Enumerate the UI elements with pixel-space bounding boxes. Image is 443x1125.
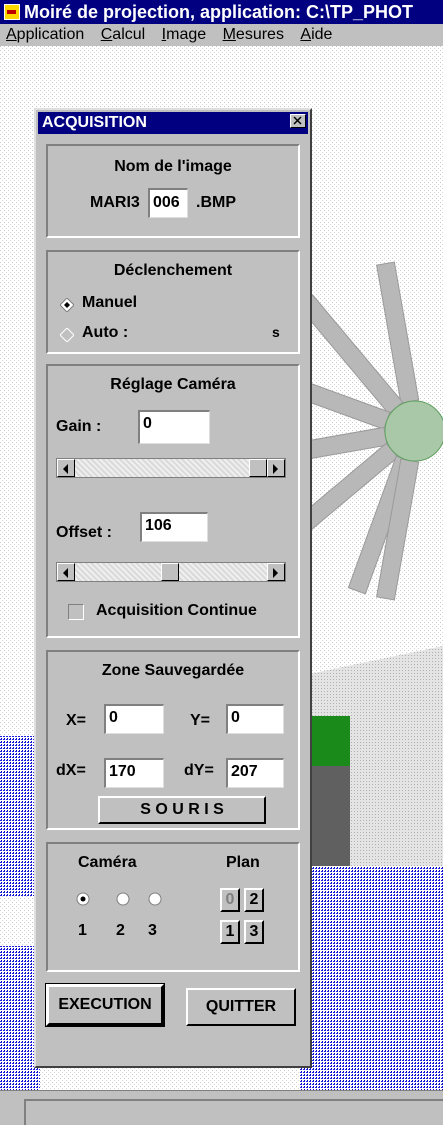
reglage-title: Réglage Caméra	[110, 376, 236, 393]
close-icon	[293, 116, 302, 125]
offset-field[interactable]: 106	[140, 512, 208, 542]
status-panel	[24, 1099, 443, 1125]
acquisition-continue-checkbox[interactable]	[68, 604, 84, 620]
menu-calcul-rest: alcul	[112, 26, 146, 43]
menu-application-rest: pplication	[16, 26, 85, 43]
souris-button[interactable]: S O U R I S	[98, 796, 266, 824]
group-camera-plan: Caméra Plan 1 2 3 0 2 1 3	[46, 842, 300, 972]
radio-camera-3[interactable]	[148, 892, 162, 906]
x-label: X=	[66, 712, 87, 729]
x-field[interactable]: 0	[104, 704, 164, 734]
offset-scroll-left[interactable]	[57, 563, 75, 581]
acquisition-dialog: ACQUISITION Nom de l'image MARI3 006 .BM…	[34, 108, 312, 1068]
dy-label: dY=	[184, 762, 214, 779]
close-button[interactable]	[290, 114, 306, 128]
camera-option-3: 3	[148, 922, 157, 939]
plan-button-3[interactable]: 3	[244, 920, 264, 944]
dy-field[interactable]: 207	[226, 758, 284, 788]
dx-field[interactable]: 170	[104, 758, 164, 788]
offset-label: Offset :	[56, 524, 112, 541]
plan-button-1[interactable]: 1	[220, 920, 240, 944]
gain-scroll-left[interactable]	[57, 459, 75, 477]
offset-scrollbar[interactable]	[56, 562, 286, 582]
menu-application[interactable]: Application	[6, 26, 84, 43]
manuel-label: Manuel	[82, 294, 138, 311]
acquisition-continue-label: Acquisition Continue	[96, 602, 257, 619]
group-zone-sauvegardee: Zone Sauvegardée X= 0 Y= 0 dX= 170 dY= 2…	[46, 650, 300, 830]
gain-scrollbar[interactable]	[56, 458, 286, 478]
image-extension: .BMP	[196, 194, 236, 211]
offset-scroll-thumb[interactable]	[161, 563, 179, 581]
gain-field[interactable]: 0	[138, 410, 210, 444]
menu-mesures-rest: esures	[235, 26, 284, 43]
radio-camera-1[interactable]	[76, 892, 90, 906]
arrow-right-icon	[273, 568, 278, 578]
radio-auto[interactable]	[60, 328, 74, 342]
menu-image[interactable]: Image	[162, 26, 206, 43]
plan-button-2[interactable]: 2	[244, 888, 264, 912]
window-title: Moiré de projection, application: C:\TP_…	[24, 2, 414, 22]
arrow-right-icon	[273, 464, 278, 474]
group-declenchement: Déclenchement Manuel Auto : s	[46, 250, 300, 354]
execution-button[interactable]: EXECUTION	[45, 983, 165, 1027]
radio-manuel[interactable]	[60, 298, 74, 312]
radio-camera-2[interactable]	[116, 892, 130, 906]
dialog-title: ACQUISITION	[38, 112, 308, 134]
group-nom-image: Nom de l'image MARI3 006 .BMP	[46, 144, 300, 238]
arrow-left-icon	[63, 568, 68, 578]
image-prefix: MARI3	[90, 194, 140, 211]
y-field[interactable]: 0	[226, 704, 284, 734]
status-bar	[0, 1090, 443, 1125]
menu-image-rest: mage	[166, 26, 207, 43]
nom-image-title: Nom de l'image	[114, 158, 232, 175]
image-number-field[interactable]: 006	[148, 188, 188, 218]
declenchement-title: Déclenchement	[113, 262, 233, 279]
auto-label: Auto :	[82, 324, 129, 341]
camera-title: Caméra	[78, 854, 137, 871]
camera-option-2: 2	[116, 922, 125, 939]
dx-label: dX=	[56, 762, 86, 779]
menu-mesures[interactable]: Mesures	[223, 26, 284, 43]
quitter-button[interactable]: QUITTER	[186, 988, 296, 1026]
menu-aide[interactable]: Aide	[300, 26, 332, 43]
arrow-left-icon	[63, 464, 68, 474]
menu-aide-rest: ide	[311, 26, 333, 43]
plan-title: Plan	[226, 854, 260, 871]
menu-calcul[interactable]: Calcul	[101, 26, 145, 43]
gain-scroll-thumb[interactable]	[249, 459, 267, 477]
gain-scroll-right[interactable]	[267, 459, 285, 477]
menu-bar: Application Calcul Image Mesures Aide	[0, 24, 443, 46]
group-reglage-camera: Réglage Caméra Gain : 0 Offset : 106 Acq…	[46, 364, 300, 638]
auto-unit: s	[272, 324, 280, 340]
y-label: Y=	[190, 712, 211, 729]
zone-title: Zone Sauvegardée	[101, 662, 245, 679]
gain-label: Gain :	[56, 418, 102, 435]
offset-scroll-right[interactable]	[267, 563, 285, 581]
app-icon	[4, 4, 20, 20]
plan-button-0[interactable]: 0	[220, 888, 240, 912]
window-title-bar: Moiré de projection, application: C:\TP_…	[0, 0, 443, 24]
camera-option-1: 1	[78, 922, 87, 939]
